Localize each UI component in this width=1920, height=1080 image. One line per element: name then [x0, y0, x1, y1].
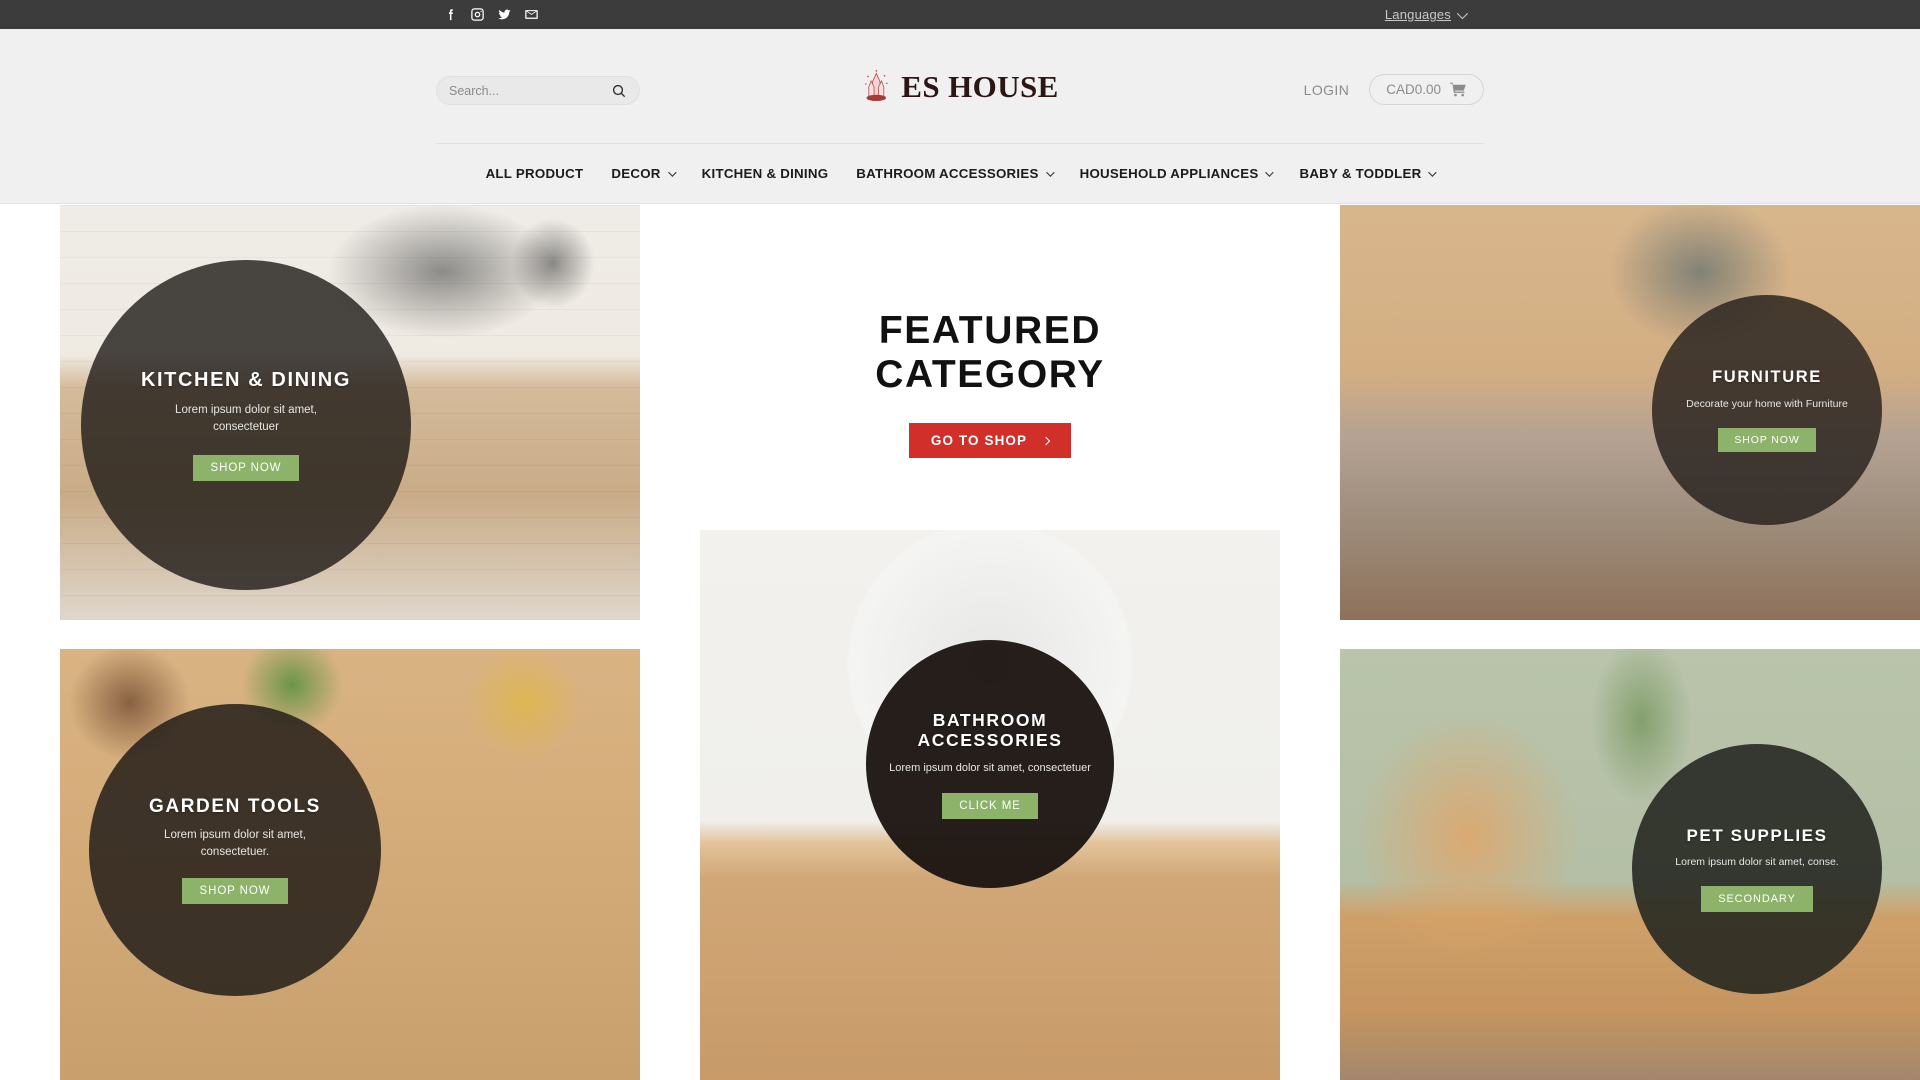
- chevron-down-icon: [1456, 7, 1469, 19]
- furniture-button[interactable]: SHOP NOW: [1718, 427, 1816, 452]
- pet-supplies-button[interactable]: SECONDARY: [1701, 885, 1813, 912]
- grid-column-left: KITCHEN & DINING Lorem ipsum dolor sit a…: [60, 204, 640, 1080]
- category-card-garden-tools[interactable]: GARDEN TOOLS Lorem ipsum dolor sit amet,…: [60, 649, 640, 1080]
- pet-supplies-overlay: PET SUPPLIES Lorem ipsum dolor sit amet,…: [1632, 744, 1882, 994]
- header-actions: LOGIN CAD0.00: [1304, 74, 1484, 105]
- main-navigation: ALL PRODUCT DECOR KITCHEN & DINING BATHR…: [436, 144, 1484, 203]
- pet-supplies-title: PET SUPPLIES: [1686, 826, 1828, 846]
- garden-tools-button[interactable]: SHOP NOW: [181, 878, 289, 905]
- category-grid: KITCHEN & DINING Lorem ipsum dolor sit a…: [60, 204, 1920, 1080]
- social-links: [443, 7, 539, 22]
- nav-item-bathroom-accessories[interactable]: BATHROOM ACCESSORIES: [842, 166, 1065, 181]
- login-link[interactable]: LOGIN: [1304, 82, 1350, 98]
- pet-supplies-desc: Lorem ipsum dolor sit amet, conse.: [1675, 856, 1839, 869]
- garden-tools-title: GARDEN TOOLS: [149, 795, 321, 817]
- grid-column-center: FEATURED CATEGORY GO TO SHOP BATHROOM AC…: [700, 204, 1280, 1080]
- kitchen-dining-button[interactable]: SHOP NOW: [192, 454, 300, 481]
- chevron-down-icon: [1428, 167, 1438, 177]
- site-header: ES HOUSE LOGIN CAD0.00 ALL PRODUCT DECOR…: [0, 29, 1920, 204]
- search-form[interactable]: [436, 76, 640, 105]
- featured-category-title: FEATURED CATEGORY: [875, 309, 1105, 397]
- nav-label: BATHROOM ACCESSORIES: [856, 166, 1039, 181]
- grid-column-right: FURNITURE Decorate your home with Furnit…: [1340, 204, 1920, 1080]
- bathroom-accessories-button[interactable]: CLICK ME: [942, 792, 1038, 819]
- bathroom-accessories-title: BATHROOM ACCESSORIES: [917, 709, 1063, 751]
- bathroom-accessories-overlay: BATHROOM ACCESSORIES Lorem ipsum dolor s…: [866, 640, 1114, 889]
- nav-item-household-appliances[interactable]: HOUSEHOLD APPLIANCES: [1066, 166, 1286, 181]
- chevron-right-icon: [1041, 436, 1051, 445]
- nav-label: KITCHEN & DINING: [701, 166, 829, 181]
- site-logo[interactable]: ES HOUSE: [861, 69, 1058, 105]
- category-card-kitchen-dining[interactable]: KITCHEN & DINING Lorem ipsum dolor sit a…: [60, 205, 640, 620]
- kitchen-dining-desc: Lorem ipsum dolor sit amet, consectetuer: [175, 404, 317, 434]
- garden-tools-desc: Lorem ipsum dolor sit amet, consectetuer…: [164, 828, 306, 859]
- nav-label: DECOR: [611, 166, 661, 181]
- instagram-icon[interactable]: [470, 7, 485, 22]
- topbar: Languages: [0, 0, 1920, 29]
- furniture-title: FURNITURE: [1712, 368, 1822, 387]
- category-card-furniture[interactable]: FURNITURE Decorate your home with Furnit…: [1340, 205, 1920, 620]
- nav-label: BABY & TODDLER: [1299, 166, 1422, 181]
- nav-item-decor[interactable]: DECOR: [597, 166, 687, 181]
- chevron-down-icon: [1045, 167, 1055, 177]
- search-icon[interactable]: [611, 83, 627, 99]
- category-card-bathroom-accessories[interactable]: BATHROOM ACCESSORIES Lorem ipsum dolor s…: [700, 530, 1280, 1080]
- shopping-cart-icon: [1450, 82, 1467, 97]
- nav-label: ALL PRODUCT: [485, 166, 584, 181]
- go-to-shop-label: GO TO SHOP: [930, 433, 1028, 449]
- nav-item-kitchen-dining[interactable]: KITCHEN & DINING: [688, 166, 843, 181]
- garden-tools-overlay: GARDEN TOOLS Lorem ipsum dolor sit amet,…: [89, 704, 381, 996]
- chevron-down-icon: [1265, 167, 1275, 177]
- cart-amount: CAD0.00: [1386, 82, 1441, 97]
- crystal-gem-logo-icon: [861, 69, 891, 105]
- kitchen-dining-overlay: KITCHEN & DINING Lorem ipsum dolor sit a…: [81, 260, 411, 590]
- languages-dropdown[interactable]: Languages: [1384, 7, 1469, 22]
- go-to-shop-button[interactable]: GO TO SHOP: [908, 423, 1072, 459]
- furniture-overlay: FURNITURE Decorate your home with Furnit…: [1652, 295, 1882, 525]
- languages-label: Languages: [1384, 7, 1451, 22]
- twitter-icon[interactable]: [497, 7, 512, 22]
- brand-name: ES HOUSE: [901, 69, 1059, 104]
- kitchen-dining-title: KITCHEN & DINING: [140, 369, 352, 392]
- chevron-down-icon: [667, 167, 677, 177]
- nav-label: HOUSEHOLD APPLIANCES: [1079, 166, 1259, 181]
- facebook-icon[interactable]: [443, 7, 458, 22]
- bathroom-accessories-desc: Lorem ipsum dolor sit amet, consectetuer: [889, 762, 1091, 775]
- search-input[interactable]: [449, 83, 609, 98]
- nav-item-all-product[interactable]: ALL PRODUCT: [472, 166, 598, 181]
- header-inner: ES HOUSE LOGIN CAD0.00: [436, 29, 1484, 143]
- cart-button[interactable]: CAD0.00: [1369, 74, 1484, 105]
- email-icon[interactable]: [524, 7, 539, 22]
- furniture-desc: Decorate your home with Furniture: [1686, 397, 1848, 410]
- featured-category-block: FEATURED CATEGORY GO TO SHOP: [700, 204, 1280, 459]
- category-card-pet-supplies[interactable]: PET SUPPLIES Lorem ipsum dolor sit amet,…: [1340, 649, 1920, 1080]
- nav-item-baby-toddler[interactable]: BABY & TODDLER: [1285, 166, 1448, 181]
